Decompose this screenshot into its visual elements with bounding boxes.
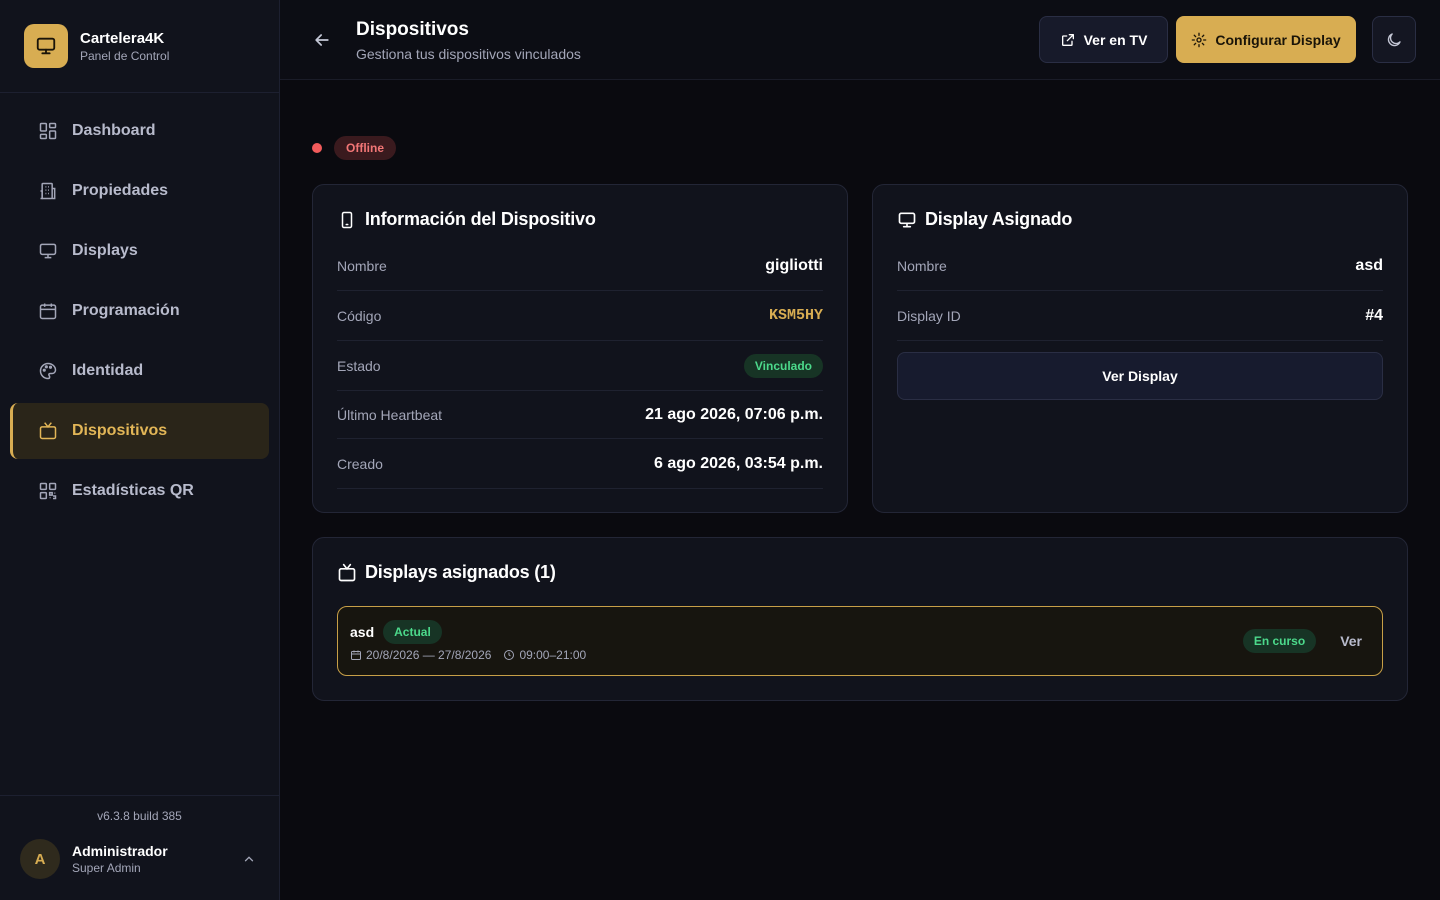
ver-en-tv-label: Ver en TV bbox=[1083, 31, 1148, 48]
user-menu[interactable]: A Administrador Super Admin bbox=[0, 839, 279, 879]
display-row-nombre: Nombre asd bbox=[897, 241, 1383, 291]
calendar-icon bbox=[350, 649, 362, 661]
brand-title: Cartelera4K bbox=[80, 29, 165, 47]
linked-badge: Vinculado bbox=[743, 353, 823, 378]
sidebar-item-dashboard[interactable]: Dashboard bbox=[10, 103, 269, 159]
device-name-value: gigliotti bbox=[765, 256, 823, 274]
sidebar-item-label: Dashboard bbox=[72, 122, 156, 139]
smartphone-icon bbox=[337, 210, 357, 230]
display-assigned-card: Display Asignado Nombre asd Display ID #… bbox=[872, 184, 1408, 513]
status-dot bbox=[312, 143, 322, 153]
sidebar: Cartelera4K Panel de Control Dashboard P… bbox=[0, 0, 280, 900]
sidebar-item-estadisticas-qr[interactable]: Estadísticas QR bbox=[10, 463, 269, 519]
page-title: Dispositivos bbox=[356, 19, 469, 40]
info-row-nombre: Nombre gigliotti bbox=[337, 241, 823, 291]
status-badge: En curso bbox=[1242, 629, 1317, 653]
palette-icon bbox=[38, 361, 58, 381]
moon-icon bbox=[1385, 31, 1403, 49]
assigned-displays-card: Displays asignados (1) asd Actual 20/8/2… bbox=[312, 537, 1408, 701]
external-link-icon bbox=[1060, 32, 1076, 48]
chevron-up-icon[interactable] bbox=[239, 849, 259, 869]
tv-icon bbox=[38, 421, 58, 441]
theme-toggle-button[interactable] bbox=[1372, 16, 1416, 63]
gear-icon bbox=[1191, 32, 1207, 48]
brand-logo[interactable] bbox=[24, 24, 68, 68]
info-row-estado: Estado Vinculado bbox=[337, 341, 823, 391]
brand: Cartelera4K Panel de Control bbox=[0, 0, 279, 93]
monitor-icon bbox=[897, 210, 917, 230]
configurar-display-label: Configurar Display bbox=[1215, 31, 1341, 48]
user-role: Super Admin bbox=[72, 861, 141, 875]
page-header: Dispositivos Gestiona tus dispositivos v… bbox=[280, 0, 1440, 80]
heartbeat-value: 21 ago 2026, 07:06 p.m. bbox=[645, 405, 823, 423]
display-row-id: Display ID #4 bbox=[897, 291, 1383, 341]
card-title: Información del Dispositivo bbox=[365, 209, 596, 229]
card-title: Display Asignado bbox=[925, 209, 1073, 229]
card-title: Displays asignados (1) bbox=[365, 562, 556, 582]
sidebar-item-label: Displays bbox=[72, 242, 138, 259]
sidebar-item-label: Identidad bbox=[72, 362, 144, 379]
clock-icon bbox=[503, 649, 515, 661]
info-row-heartbeat: Último Heartbeat 21 ago 2026, 07:06 p.m. bbox=[337, 391, 823, 439]
info-row-creado: Creado 6 ago 2026, 03:54 p.m. bbox=[337, 439, 823, 489]
current-badge: Actual bbox=[383, 620, 442, 644]
avatar: A bbox=[20, 839, 60, 879]
date-range: 20/8/2026 — 27/8/2026 bbox=[366, 648, 492, 662]
device-code-value: KSM5HY bbox=[768, 307, 823, 324]
sidebar-item-identidad[interactable]: Identidad bbox=[10, 343, 269, 399]
ver-en-tv-button[interactable]: Ver en TV bbox=[1039, 16, 1168, 63]
page-subtitle: Gestiona tus dispositivos vinculados bbox=[356, 46, 581, 62]
monitor-icon bbox=[38, 241, 58, 261]
sidebar-item-label: Propiedades bbox=[72, 182, 169, 199]
list-item[interactable]: asd Actual 20/8/2026 — 27/8/2026 09:00–2… bbox=[337, 606, 1383, 676]
monitor-icon bbox=[35, 35, 57, 57]
device-status: Offline bbox=[312, 136, 396, 160]
sidebar-nav: Dashboard Propiedades Displays Programac… bbox=[0, 93, 279, 519]
building-icon bbox=[38, 181, 58, 201]
created-value: 6 ago 2026, 03:54 p.m. bbox=[654, 454, 823, 472]
sidebar-footer: v6.3.8 build 385 A Administrador Super A… bbox=[0, 795, 279, 900]
user-name: Administrador bbox=[72, 843, 168, 859]
back-arrow-icon[interactable] bbox=[310, 28, 334, 52]
sidebar-item-programacion[interactable]: Programación bbox=[10, 283, 269, 339]
configurar-display-button[interactable]: Configurar Display bbox=[1176, 16, 1356, 63]
display-id-value: #4 bbox=[1365, 306, 1383, 324]
time-range: 09:00–21:00 bbox=[519, 648, 587, 662]
info-row-codigo: Código KSM5HY bbox=[337, 291, 823, 341]
version-label: v6.3.8 build 385 bbox=[97, 809, 182, 823]
ver-display-button[interactable]: Ver Display bbox=[897, 352, 1383, 400]
device-info-card: Información del Dispositivo Nombre gigli… bbox=[312, 184, 848, 513]
ver-link[interactable]: Ver bbox=[1340, 633, 1362, 649]
sidebar-item-dispositivos[interactable]: Dispositivos bbox=[10, 403, 269, 459]
status-badge: Offline bbox=[334, 136, 396, 160]
tv-icon bbox=[337, 563, 357, 583]
sidebar-item-label: Programación bbox=[72, 302, 180, 319]
qr-code-icon bbox=[38, 481, 58, 501]
sidebar-item-propiedades[interactable]: Propiedades bbox=[10, 163, 269, 219]
sidebar-item-displays[interactable]: Displays bbox=[10, 223, 269, 279]
assigned-display-name: asd bbox=[350, 624, 375, 640]
sidebar-item-label: Dispositivos bbox=[72, 422, 168, 439]
dashboard-grid-icon bbox=[38, 121, 58, 141]
sidebar-item-label: Estadísticas QR bbox=[72, 482, 194, 499]
brand-subtitle: Panel de Control bbox=[80, 48, 170, 63]
display-name-value: asd bbox=[1355, 256, 1383, 274]
calendar-icon bbox=[38, 301, 58, 321]
